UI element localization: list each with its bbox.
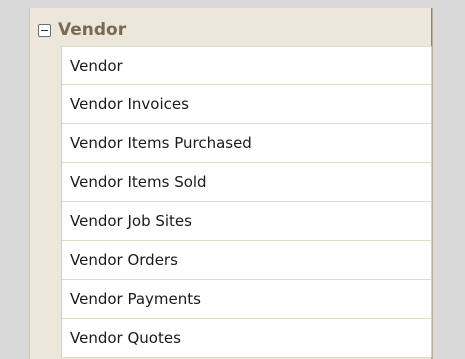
list-item-vendor-payments[interactable]: Vendor Payments <box>62 280 431 319</box>
panel-divider <box>432 8 433 359</box>
list-item-vendor-job-sites[interactable]: Vendor Job Sites <box>62 202 431 241</box>
list-item-vendor-quotes[interactable]: Vendor Quotes <box>62 319 431 358</box>
collapse-minus-icon[interactable] <box>38 24 51 37</box>
list-item-vendor-orders[interactable]: Vendor Orders <box>62 241 431 280</box>
list-item-vendor-invoices[interactable]: Vendor Invoices <box>62 85 431 124</box>
list-item-vendor-items-sold[interactable]: Vendor Items Sold <box>62 163 431 202</box>
list-item-vendor[interactable]: Vendor <box>62 46 431 85</box>
navigation-panel: Vendor Vendor Vendor Invoices Vendor Ite… <box>29 8 432 359</box>
group-header-vendor[interactable]: Vendor <box>30 8 431 46</box>
group-item-list: Vendor Vendor Invoices Vendor Items Purc… <box>61 46 432 358</box>
list-item-vendor-items-purchased[interactable]: Vendor Items Purchased <box>62 124 431 163</box>
group-title: Vendor <box>58 20 127 40</box>
